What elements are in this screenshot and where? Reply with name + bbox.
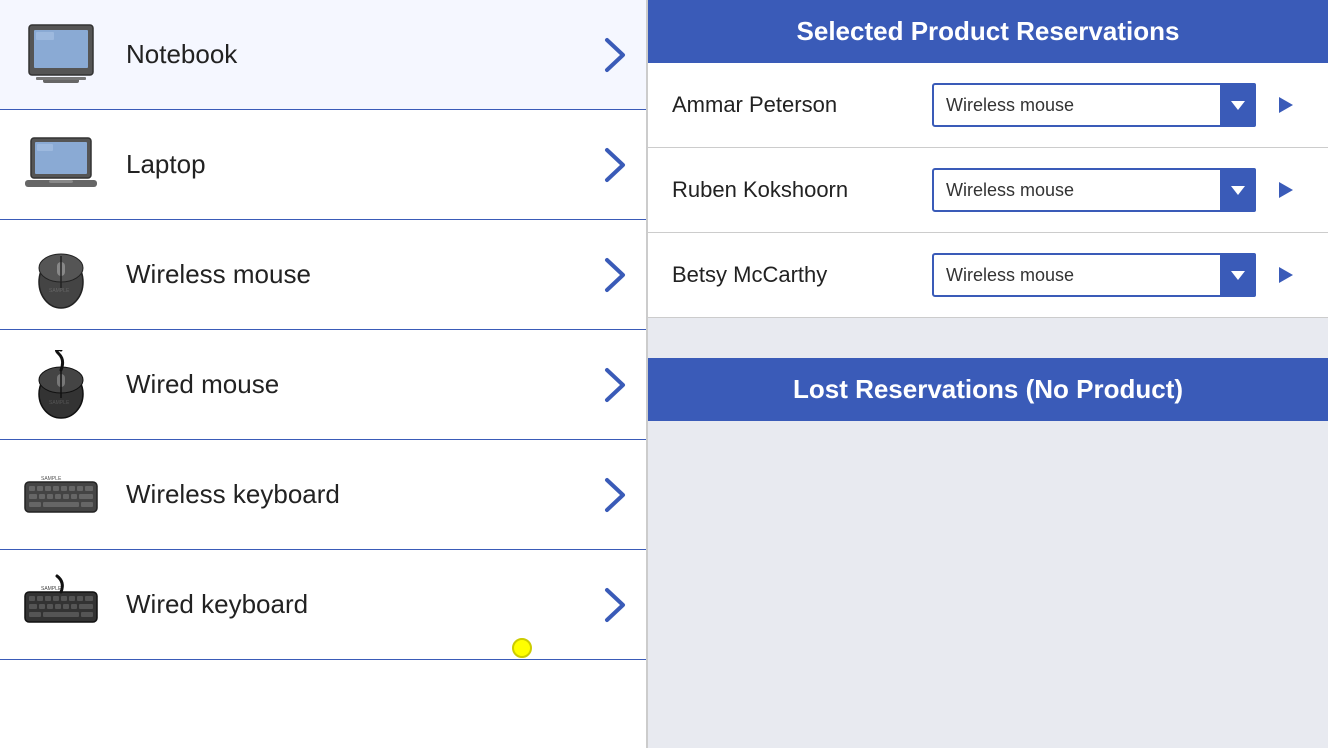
- reservations-panel: Selected Product Reservations Ammar Pete…: [648, 0, 1328, 748]
- chevron-right-wireless-keyboard: [600, 480, 630, 510]
- reservation-row-ammar: Ammar Peterson Wireless mouse Wired mous…: [648, 63, 1328, 148]
- person-name-betsy: Betsy McCarthy: [672, 262, 932, 288]
- product-select-wrapper-ruben: Wireless mouse Wired mouse Notebook Lapt…: [932, 168, 1304, 212]
- wired-mouse-icon: SAMPLE: [16, 345, 106, 425]
- person-name-ruben: Ruben Kokshoorn: [672, 177, 932, 203]
- reservations-list: Ammar Peterson Wireless mouse Wired mous…: [648, 63, 1328, 318]
- svg-text:SAMPLE: SAMPLE: [49, 288, 70, 294]
- product-item-wireless-mouse[interactable]: SAMPLE Wireless mouse: [0, 220, 646, 330]
- laptop-icon: [16, 125, 106, 205]
- product-list: Notebook Laptop: [0, 0, 648, 748]
- wireless-mouse-icon: SAMPLE: [16, 235, 106, 315]
- lost-section: Lost Reservations (No Product): [648, 358, 1328, 421]
- svg-text:SAMPLE: SAMPLE: [41, 476, 62, 482]
- svg-text:SAMPLE: SAMPLE: [49, 400, 70, 406]
- select-container-ruben: Wireless mouse Wired mouse Notebook Lapt…: [932, 168, 1256, 212]
- chevron-right-notebook: [600, 40, 630, 70]
- product-item-notebook[interactable]: Notebook: [0, 0, 646, 110]
- reservation-row-betsy: Betsy McCarthy Wireless mouse Wired mous…: [648, 233, 1328, 318]
- wireless-keyboard-icon: SAMPLE: [16, 455, 106, 535]
- product-select-wrapper-ammar: Wireless mouse Wired mouse Notebook Lapt…: [932, 83, 1304, 127]
- product-select-ammar[interactable]: Wireless mouse Wired mouse Notebook Lapt…: [932, 83, 1256, 127]
- product-label-laptop: Laptop: [126, 149, 600, 180]
- chevron-right-wired-keyboard: [600, 590, 630, 620]
- nav-arrow-betsy[interactable]: [1268, 257, 1304, 293]
- product-item-laptop[interactable]: Laptop: [0, 110, 646, 220]
- nav-arrow-ruben[interactable]: [1268, 172, 1304, 208]
- chevron-right-wireless-mouse: [600, 260, 630, 290]
- notebook-icon: [16, 15, 106, 95]
- product-item-wired-keyboard[interactable]: SAMPLE Wired keyboard: [0, 550, 646, 660]
- svg-text:SAMPLE: SAMPLE: [41, 586, 62, 592]
- reservation-row-ruben: Ruben Kokshoorn Wireless mouse Wired mou…: [648, 148, 1328, 233]
- product-label-wired-keyboard: Wired keyboard: [126, 589, 600, 620]
- product-item-wireless-keyboard[interactable]: SAMPLE Wireless keyboard: [0, 440, 646, 550]
- product-label-wired-mouse: Wired mouse: [126, 369, 600, 400]
- product-label-wireless-mouse: Wireless mouse: [126, 259, 600, 290]
- product-select-ruben[interactable]: Wireless mouse Wired mouse Notebook Lapt…: [932, 168, 1256, 212]
- wired-keyboard-icon: SAMPLE: [16, 565, 106, 645]
- nav-arrow-ammar[interactable]: [1268, 87, 1304, 123]
- select-container-betsy: Wireless mouse Wired mouse Notebook Lapt…: [932, 253, 1256, 297]
- chevron-right-wired-mouse: [600, 370, 630, 400]
- person-name-ammar: Ammar Peterson: [672, 92, 932, 118]
- select-container-ammar: Wireless mouse Wired mouse Notebook Lapt…: [932, 83, 1256, 127]
- product-label-notebook: Notebook: [126, 39, 600, 70]
- product-label-wireless-keyboard: Wireless keyboard: [126, 479, 600, 510]
- product-select-betsy[interactable]: Wireless mouse Wired mouse Notebook Lapt…: [932, 253, 1256, 297]
- product-item-wired-mouse[interactable]: SAMPLE Wired mouse: [0, 330, 646, 440]
- product-select-wrapper-betsy: Wireless mouse Wired mouse Notebook Lapt…: [932, 253, 1304, 297]
- lost-reservations-header: Lost Reservations (No Product): [648, 358, 1328, 421]
- selected-reservations-header: Selected Product Reservations: [648, 0, 1328, 63]
- chevron-right-laptop: [600, 150, 630, 180]
